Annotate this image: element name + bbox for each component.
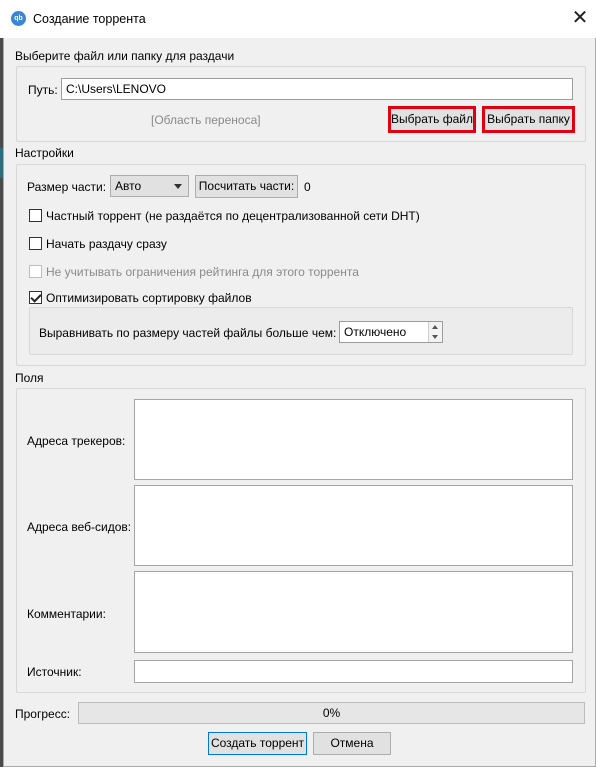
comments-textarea[interactable] [134,571,573,653]
web-seeds-textarea[interactable] [134,485,573,566]
chevron-down-icon [174,184,182,189]
piece-size-label: Размер части: [27,180,107,194]
source-field-label: Источник: [27,665,82,679]
settings-heading: Настройки [15,146,74,160]
select-folder-button[interactable]: Выбрать папку [482,106,575,133]
path-input[interactable]: C:\Users\LENOVO [61,78,573,100]
spin-down-icon[interactable] [428,332,442,342]
calculate-pieces-button[interactable]: Посчитать части: [195,175,298,198]
path-label: Путь: [28,83,58,97]
align-threshold-label: Выравнивать по размеру частей файлы боль… [39,326,337,340]
web-seeds-label: Адреса веб-сидов: [27,520,132,534]
trackers-textarea[interactable] [134,399,573,480]
optimize-alignment-checkbox[interactable] [29,291,42,304]
piece-size-value: Авто [115,179,142,193]
align-threshold-spinbox[interactable]: Отключено [339,321,443,343]
ignore-ratio-label: Не учитывать ограничения рейтинга для эт… [46,265,359,279]
trackers-label: Адреса трекеров: [27,434,126,448]
private-torrent-checkbox[interactable] [29,209,42,222]
start-seeding-checkbox[interactable] [29,237,42,250]
progress-label: Прогресс: [15,707,71,721]
ignore-ratio-checkbox[interactable] [29,265,42,278]
pieces-count: 0 [304,180,311,194]
drop-area-label: [Область переноса] [151,113,261,127]
qbittorrent-app-icon: qb [11,11,26,26]
cancel-button[interactable]: Отмена [313,732,391,755]
fields-heading: Поля [15,371,44,385]
create-torrent-button[interactable]: Создать торрент [208,732,307,755]
close-icon[interactable]: ✕ [568,6,592,30]
optimize-alignment-label: Оптимизировать сортировку файлов [46,291,252,305]
source-heading: Выберите файл или папку для раздачи [15,49,235,63]
select-file-button[interactable]: Выбрать файл [388,106,476,133]
progress-bar: 0% [78,702,585,724]
private-torrent-label: Частный торрент (не раздаётся по децентр… [46,209,420,223]
window-title: Создание торрента [33,12,146,26]
start-seeding-label: Начать раздачу сразу [46,237,167,251]
spin-up-icon[interactable] [428,322,442,332]
align-threshold-value: Отключено [344,325,407,339]
source-field-input[interactable] [134,660,573,683]
comments-label: Комментарии: [27,607,106,621]
piece-size-dropdown[interactable]: Авто [110,175,189,197]
